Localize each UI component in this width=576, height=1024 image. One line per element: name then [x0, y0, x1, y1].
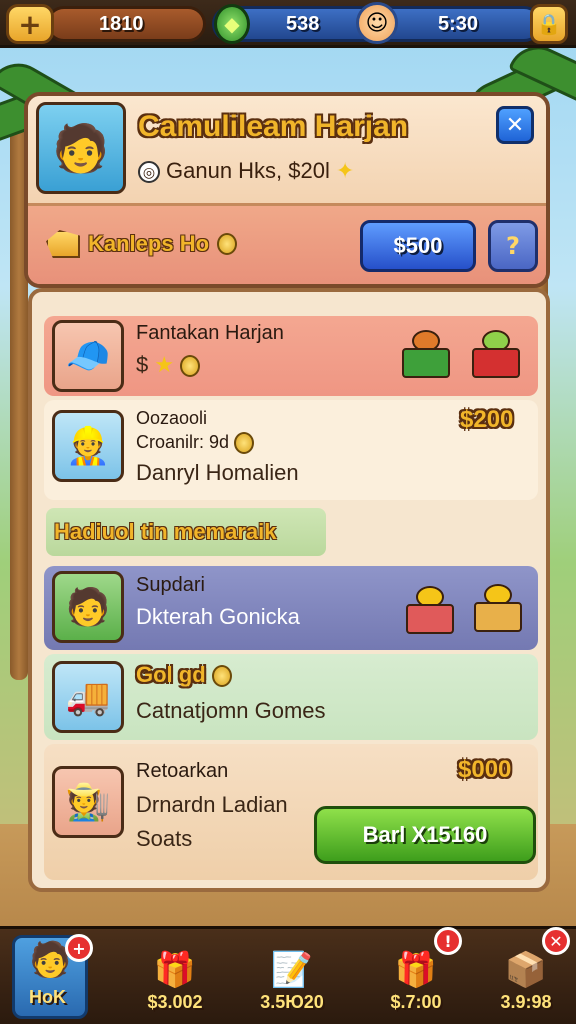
profile-avatar: 🧑	[36, 102, 126, 194]
gift-icon: 🎁	[394, 950, 438, 990]
avatar: 🧑	[52, 571, 124, 643]
row-subtitle: Catnatjomn Gomes	[136, 698, 326, 723]
help-button[interactable]: ?	[488, 220, 538, 272]
list-item[interactable]: 🧑 Supdari Dkterah Gonicka	[44, 566, 538, 650]
gift-icon	[470, 584, 526, 634]
gem-icon: ◆	[214, 4, 250, 44]
gem-count: 538	[286, 13, 320, 35]
nav-chest[interactable]: 📦 3.9:98 ✕	[482, 927, 570, 1021]
rank-icon	[46, 230, 80, 258]
nav-label: HoK	[29, 987, 66, 1007]
close-button[interactable]: ✕	[496, 106, 534, 144]
nav-notepad[interactable]: 📝 3.5Ю20	[244, 933, 340, 1021]
avatar: 👷	[52, 410, 124, 482]
globe-icon: ◎	[138, 161, 160, 184]
row-title: Fantakan Harjan	[136, 322, 284, 344]
nav-profile[interactable]: 🧑 HoK +	[12, 934, 93, 1019]
nav-label: 3.5Ю20	[260, 992, 324, 1012]
coin-icon	[180, 355, 201, 378]
profile-rank-bar: Kanleps Ho $500 ?	[28, 206, 546, 284]
row-title: Supdari	[136, 574, 205, 596]
nav-label: 3.9:98	[500, 992, 552, 1012]
bottom-nav: 🧑 HoK + 🎁 $3.002 📝 3.5Ю20 🎁 $.7:00 ! 📦 3…	[0, 926, 576, 1024]
list-item[interactable]: 🧢 Fantakan Harjan $ ★	[44, 316, 538, 396]
row-line-2: Croanilr: 9d	[136, 432, 255, 455]
list-item[interactable]: 🚚 Gol gd Catnatjomn Gomes	[44, 654, 538, 740]
coin-icon	[211, 665, 232, 688]
rank-label: Kanleps Ho	[46, 230, 238, 258]
list-item[interactable]: 👷 Oozaooli Croanilr: 9d Danryl Homalien …	[44, 400, 538, 500]
gift-icon	[402, 586, 458, 636]
notepad-icon: 📝	[270, 950, 314, 990]
star-icon: ★	[154, 352, 175, 377]
price-button[interactable]: $500	[360, 220, 476, 272]
gift-icon: 🎁	[153, 950, 197, 990]
rank-label-text: Kanleps Ho	[88, 231, 210, 256]
nav-gift-2[interactable]: 🎁 $.7:00 !	[368, 927, 464, 1021]
offers-panel: 🧢 Fantakan Harjan $ ★ 👷 Oozaooli Croanil…	[28, 288, 550, 892]
row-subtitle: Dkterah Gonicka	[136, 604, 300, 629]
sparkle-icon: ✦	[335, 158, 355, 183]
buy-button[interactable]: Barl X15160	[314, 806, 536, 864]
coin-counter: 1810	[46, 6, 206, 42]
nav-label: $3.002	[147, 992, 203, 1012]
list-item[interactable]: 🧑‍🌾 Retoarkan Drnardn Ladian Soats $000 …	[44, 744, 538, 880]
profile-subtitle-text: Ganun Hks, $20l	[166, 158, 330, 183]
row-title: Retoarkan	[136, 760, 229, 782]
top-bar: 1810 + ◆ 538 ☺ 5:30 🔒	[0, 0, 576, 48]
avatar: 🧑‍🌾	[52, 766, 124, 838]
row-line-2: Drnardn Ladian	[136, 792, 288, 817]
lock-icon[interactable]: 🔒	[530, 4, 568, 44]
plus-icon: +	[18, 7, 42, 41]
row-line-1: Oozaooli	[136, 408, 208, 428]
row-line-3: Soats	[136, 826, 193, 851]
profile-subtitle: ◎ Ganun Hks, $20l ✦	[138, 158, 354, 184]
coin-count: 1810	[99, 12, 144, 35]
row-line-3: Danryl Homalien	[136, 460, 299, 485]
section-label: Hadiuol tin memaraik	[46, 508, 326, 556]
chest-icon: 📦	[504, 950, 548, 990]
gift-icon	[468, 330, 524, 380]
timer-readout: 5:30	[438, 13, 479, 35]
nav-label: $.7:00	[390, 992, 442, 1012]
truck-icon: 🚚	[52, 661, 124, 733]
row-line-2-text: Croanilr: 9d	[136, 432, 230, 452]
profile-header: 🧑 Camulileam Harjan ◎ Ganun Hks, $20l ✦ ✕	[28, 96, 546, 206]
avatar: 🧢	[52, 320, 124, 392]
row-price: $200	[460, 406, 514, 433]
row-title-text: Gol gd	[136, 662, 206, 687]
close-badge-icon: ✕	[542, 927, 570, 955]
profile-name: Camulileam Harjan	[138, 110, 409, 143]
add-coins-button[interactable]: +	[6, 4, 54, 44]
plus-badge-icon: +	[65, 934, 93, 962]
player-mini-avatar[interactable]: ☺	[356, 2, 398, 44]
gift-icon	[398, 330, 454, 380]
alert-badge-icon: !	[434, 927, 462, 955]
nav-gift-1[interactable]: 🎁 $3.002	[130, 933, 220, 1021]
coin-icon	[234, 432, 255, 455]
coin-icon	[217, 233, 238, 255]
profile-card: 🧑 Camulileam Harjan ◎ Ganun Hks, $20l ✦ ✕ …	[24, 92, 550, 288]
row-subtitle-text: $	[136, 352, 149, 377]
row-price: $000	[458, 756, 512, 783]
row-subtitle: $ ★	[136, 352, 201, 378]
row-title: Gol gd	[136, 662, 232, 688]
